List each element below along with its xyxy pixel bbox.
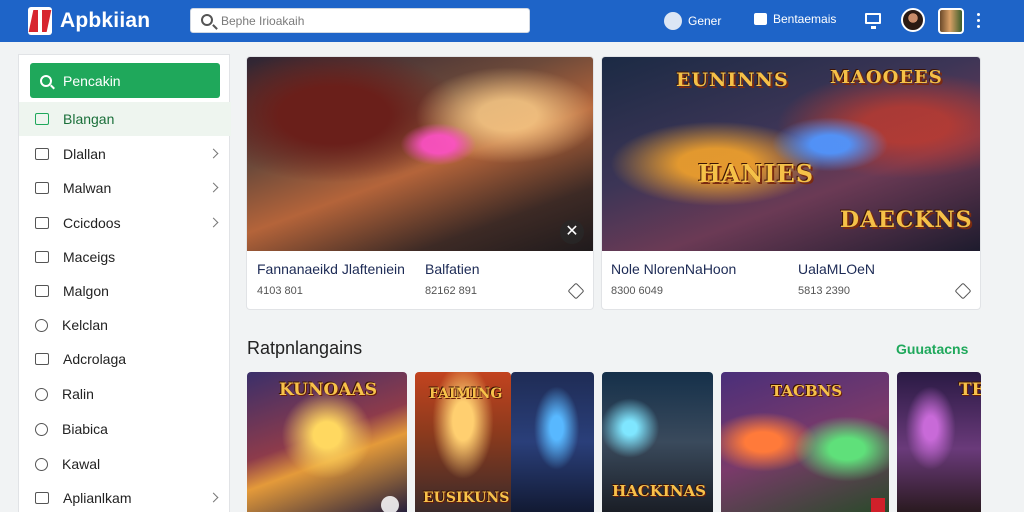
sidebar-item-dollar[interactable]: Kawal (19, 447, 231, 481)
user-avatar[interactable] (901, 8, 925, 32)
featured-card-meta: 5813 2390 (798, 285, 850, 297)
message-icon (754, 13, 767, 25)
sidebar-item-calendar[interactable]: Dlallan (19, 137, 231, 171)
tile-art-text: EUSIKUNS (423, 490, 510, 506)
featured-card-meta: 8300 6049 (611, 285, 663, 297)
featured-card-tag: UalaMLOeN (798, 261, 876, 277)
game-tile[interactable]: FAIMING EUSIKUNS (415, 372, 511, 512)
sidebar-item-folder[interactable]: Ccicdoos (19, 206, 231, 240)
sidebar-primary-label: Pencakin (63, 72, 121, 89)
sidebar-item-label: Malgon (63, 283, 109, 299)
tile-art-text: KUNOAAS (279, 380, 377, 400)
sidebar-item-clock[interactable]: Ralin (19, 377, 231, 411)
sidebar-item-timer[interactable]: Biabica (19, 412, 231, 446)
featured-card[interactable]: EUNINNS MAOOEES HANIES DAECKNS Nole Nlor… (601, 56, 981, 310)
sidebar-item-label: Biabica (62, 421, 108, 437)
sidebar-item-label: Ccicdoos (63, 215, 121, 231)
sidebar-item-label: Blangan (63, 111, 115, 127)
game-tile[interactable] (511, 372, 594, 512)
section-see-all-link[interactable]: Guuatacns (896, 341, 968, 357)
top-app-bar: Apbkiian Gener Bentaemais (0, 0, 1024, 42)
timer-icon (35, 422, 48, 436)
sidebar-item-label: Kawal (62, 456, 101, 472)
sidebar-item-label: Aplianlkam (63, 490, 132, 506)
sidebar-item-label: Dlallan (63, 146, 106, 162)
chevron-right-icon (208, 148, 219, 159)
tile-badge-icon (871, 498, 885, 512)
artwork-title-text: MAOOEES (830, 67, 943, 88)
sidebar: Pencakin Blangan Dlallan Malwan Ccicdoos… (18, 54, 231, 512)
games-nav-item[interactable]: Gener (664, 12, 721, 30)
section-title: Ratpnlangains (247, 338, 363, 358)
tile-art-text: TE (959, 380, 981, 400)
featured-card-artwork[interactable] (247, 57, 593, 251)
game-tile[interactable]: HACKINAS (602, 372, 713, 512)
search-input[interactable] (221, 12, 521, 30)
sidebar-item-label: Adcrolaga (63, 351, 127, 367)
link-icon (35, 182, 49, 194)
chevron-right-icon (208, 217, 219, 228)
game-tile[interactable]: TE (897, 372, 981, 512)
sidebar-item-share[interactable]: Aplianlkam (19, 481, 231, 512)
sidebar-item-link[interactable]: Malwan (19, 171, 231, 205)
sidebar-item-mail[interactable]: Malgon (19, 274, 231, 308)
monitor-icon[interactable] (865, 13, 881, 29)
brand-name[interactable]: Apbkiian (60, 9, 150, 33)
home-icon (35, 113, 49, 125)
sidebar-primary-button[interactable]: Pencakin (30, 63, 220, 98)
gamepad-icon (664, 12, 682, 30)
featured-card-tag: Balfatien (425, 261, 480, 277)
featured-card-meta: 4103 801 (257, 285, 303, 297)
sidebar-item-home[interactable]: Blangan (19, 102, 231, 136)
sidebar-item-face[interactable]: Kelclan (19, 308, 231, 342)
sidebar-item-document[interactable]: Adcrolaga (19, 342, 231, 376)
image-icon (35, 251, 49, 263)
tile-action-icon[interactable] (381, 496, 399, 512)
featured-card-name: Fannanaeikd Jlafteniein (257, 261, 405, 277)
folder-icon (35, 217, 49, 229)
search-icon (201, 14, 213, 26)
featured-card-name: Nole NlorenNaHoon (611, 261, 737, 277)
dollar-icon (35, 457, 48, 471)
search-box[interactable] (190, 8, 530, 33)
face-icon (35, 318, 48, 332)
games-nav-label: Gener (688, 14, 722, 28)
sidebar-item-label: Kelclan (62, 317, 108, 333)
mail-icon (35, 285, 49, 297)
secondary-avatar[interactable] (938, 8, 964, 34)
tag-icon[interactable] (954, 282, 972, 300)
tile-art-text: HACKINAS (612, 482, 706, 500)
artwork-title-text: EUNINNS (676, 69, 789, 91)
clock-icon (35, 387, 48, 401)
tile-art-text: FAIMING (429, 386, 503, 402)
artwork-title-text: DAECKNS (840, 207, 973, 233)
tag-icon[interactable] (567, 282, 585, 300)
tile-art-text: TACBNS (771, 382, 843, 400)
messages-nav-item[interactable]: Bentaemais (754, 12, 836, 26)
calendar-icon (35, 148, 49, 160)
game-tile[interactable]: KUNOAAS (247, 372, 407, 512)
more-options-icon[interactable] (977, 13, 981, 29)
messages-nav-label: Bentaemais (773, 12, 837, 26)
sidebar-item-images[interactable]: Maceigs (19, 240, 231, 274)
game-tile[interactable]: TACBNS (721, 372, 889, 512)
featured-card-artwork[interactable]: EUNINNS MAOOEES HANIES DAECKNS (602, 57, 980, 251)
artwork-title-text: HANIES (698, 159, 815, 188)
share-icon (35, 492, 49, 504)
sidebar-item-label: Ralin (62, 386, 94, 402)
document-icon (35, 353, 49, 365)
sidebar-item-label: Malwan (63, 180, 112, 196)
featured-card[interactable]: ✕ Fannanaeikd Jlafteniein Balfatien 4103… (246, 56, 594, 310)
sidebar-item-label: Maceigs (63, 249, 116, 265)
close-icon[interactable]: ✕ (560, 220, 584, 244)
app-logo-icon[interactable] (28, 7, 52, 35)
chevron-right-icon (208, 492, 219, 503)
chevron-right-icon (208, 182, 219, 193)
search-icon (40, 74, 52, 87)
featured-card-meta: 82162 891 (425, 285, 477, 297)
